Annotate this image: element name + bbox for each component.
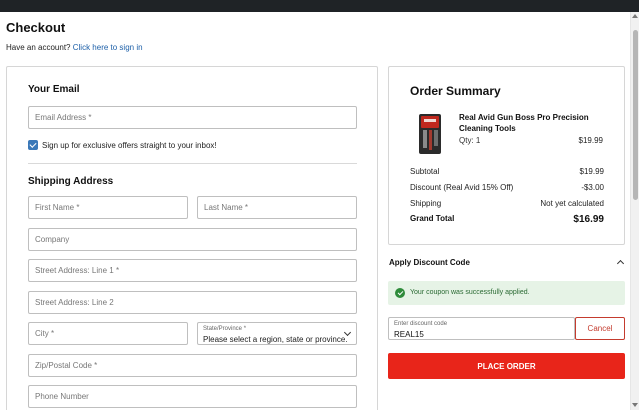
discount-code-input[interactable]: Enter discount code REAL15 — [388, 317, 575, 340]
apply-discount-toggle[interactable]: Apply Discount Code — [388, 253, 625, 273]
subtotal-label: Subtotal — [410, 167, 440, 176]
discount-value: -$3.00 — [581, 183, 604, 192]
account-prompt: Have an account? Click here to sign in — [6, 43, 143, 52]
signup-checkbox-label: Sign up for exclusive offers straight to… — [42, 141, 217, 150]
subtotal-value: $19.99 — [579, 167, 604, 176]
grand-total-row: Grand Total $16.99 — [410, 214, 604, 225]
email-section-title: Your Email — [28, 84, 80, 95]
browser-top-bar — [0, 0, 639, 12]
checkout-form-panel: Your Email Email Address * Sign up for e… — [6, 66, 378, 410]
shipping-section-title: Shipping Address — [28, 176, 114, 187]
page-scrollbar[interactable] — [630, 12, 639, 410]
street-line2-field[interactable]: Street Address: Line 2 — [28, 291, 357, 314]
last-name-field[interactable]: Last Name * — [197, 196, 357, 219]
subtotal-row: Subtotal $19.99 — [410, 167, 604, 176]
product-price: $19.99 — [578, 136, 603, 145]
shipping-label: Shipping — [410, 199, 442, 208]
discount-row: Discount (Real Avid 15% Off) -$3.00 — [410, 183, 604, 192]
product-name: Real Avid Gun Boss Pro Precision Cleanin… — [459, 113, 589, 133]
city-field[interactable]: City * — [28, 322, 188, 345]
scrollbar-thumb[interactable] — [633, 30, 638, 200]
apply-discount-title: Apply Discount Code — [389, 258, 470, 267]
state-province-select[interactable]: State/Province * Please select a region,… — [197, 322, 357, 345]
first-name-field[interactable]: First Name * — [28, 196, 188, 219]
discount-code-value: REAL15 — [394, 330, 424, 339]
coupon-success-message: Your coupon was successfully applied. — [388, 281, 625, 305]
grand-total-label: Grand Total — [410, 214, 455, 223]
company-field[interactable]: Company — [28, 228, 357, 251]
page-title: Checkout — [6, 20, 66, 35]
shipping-value: Not yet calculated — [540, 199, 604, 208]
scroll-up-arrow-icon[interactable] — [632, 14, 638, 18]
order-summary-panel: Order Summary Real Avid Gun Boss Pro Pre… — [388, 66, 625, 245]
cancel-discount-button[interactable]: Cancel — [575, 317, 625, 340]
scroll-down-arrow-icon[interactable] — [632, 403, 638, 407]
discount-code-label: Enter discount code — [394, 321, 448, 327]
sign-in-link[interactable]: Click here to sign in — [73, 43, 143, 52]
section-divider — [28, 163, 357, 164]
shipping-row: Shipping Not yet calculated — [410, 199, 604, 208]
grand-total-value: $16.99 — [573, 214, 604, 225]
coupon-success-text: Your coupon was successfully applied. — [410, 289, 530, 296]
zip-postal-field[interactable]: Zip/Postal Code * — [28, 354, 357, 377]
account-prompt-text: Have an account? — [6, 43, 71, 52]
place-order-button[interactable]: PLACE ORDER — [388, 353, 625, 379]
order-summary-title: Order Summary — [410, 84, 501, 98]
state-province-label: State/Province * — [203, 326, 247, 332]
chevron-up-icon[interactable] — [616, 259, 625, 268]
email-field[interactable]: Email Address * — [28, 106, 357, 129]
state-province-value: Please select a region, state or provinc… — [203, 335, 348, 344]
street-line1-field[interactable]: Street Address: Line 1 * — [28, 259, 357, 282]
phone-number-field[interactable]: Phone Number — [28, 385, 357, 408]
discount-label: Discount (Real Avid 15% Off) — [410, 183, 514, 192]
product-image[interactable] — [416, 112, 446, 156]
product-quantity: Qty: 1 — [459, 136, 481, 145]
signup-checkbox[interactable] — [28, 140, 38, 150]
success-check-icon — [395, 288, 405, 298]
